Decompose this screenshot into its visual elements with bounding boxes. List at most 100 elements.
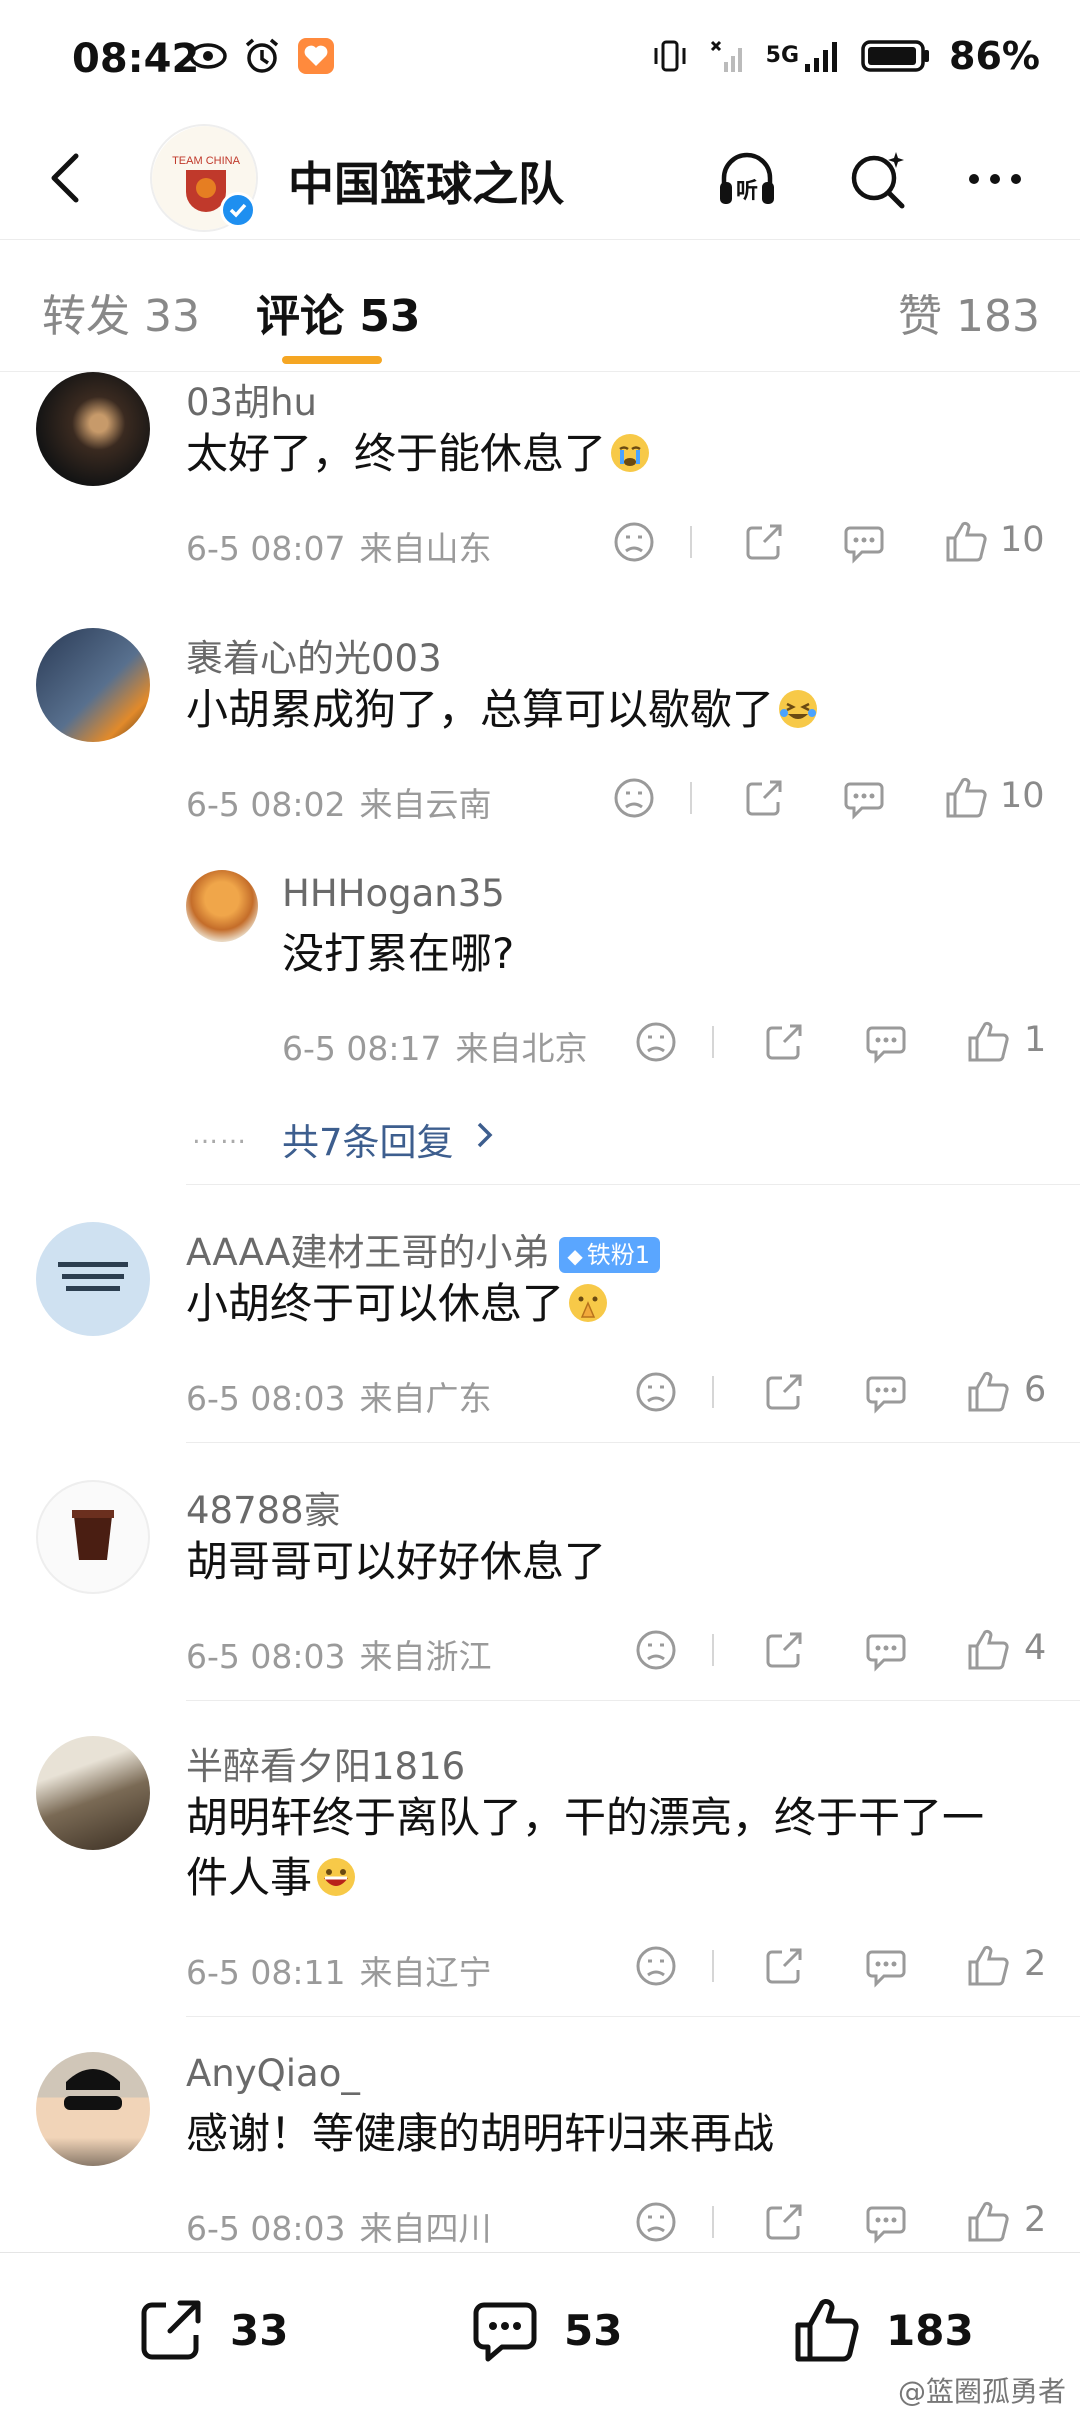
comment-icon[interactable] [842, 520, 886, 564]
comment-username[interactable]: AnyQiao_ [186, 2052, 360, 2095]
signal-x-icon [710, 40, 742, 72]
like-icon[interactable] [966, 1944, 1010, 1988]
unhappy-face-icon[interactable] [634, 1370, 678, 1414]
comment-time: 6-5 08:17 [282, 1029, 442, 1068]
comment-time: 6-5 08:03 [186, 1379, 346, 1418]
comment-location: 来自辽宁 [359, 1953, 492, 1992]
comment-username-text: AAAA建材王哥的小弟 [186, 1231, 550, 1274]
more-options-icon[interactable] [962, 146, 1028, 212]
cup-image [72, 1510, 114, 1560]
comment-text: 胡哥哥可以好好休息了 [186, 1537, 607, 1586]
like-count: 2 [1024, 2200, 1047, 2240]
diamond-icon: ◆ [567, 1243, 583, 1268]
avatar[interactable] [36, 628, 150, 742]
comment-meta: 6-5 08:07 来自山东 [186, 522, 492, 570]
pray-emoji-icon [569, 1283, 608, 1322]
like-icon[interactable] [966, 1020, 1010, 1064]
laugh-cry-emoji-icon [779, 689, 818, 728]
comment-location: 来自山东 [359, 529, 492, 568]
like-button[interactable]: 183 [790, 2293, 974, 2367]
action-separator [712, 1634, 714, 1666]
comment-meta: 6-5 08:11 来自辽宁 [186, 1946, 492, 1994]
repost-button[interactable]: 33 [134, 2293, 288, 2367]
comment-meta: 6-5 08:03 来自浙江 [186, 1630, 492, 1678]
unhappy-face-icon[interactable] [612, 520, 656, 564]
like-icon[interactable] [966, 1370, 1010, 1414]
more-replies-link[interactable]: 共7条回复 [282, 1112, 454, 1166]
unhappy-face-icon[interactable] [634, 1628, 678, 1672]
comment-username[interactable]: 裹着心的光003 [186, 628, 442, 682]
unhappy-face-icon[interactable] [612, 776, 656, 820]
status-time: 08:42 [72, 36, 200, 82]
share-icon[interactable] [762, 1370, 806, 1414]
action-separator [690, 526, 692, 558]
share-icon[interactable] [762, 1944, 806, 1988]
search-sparkle-icon[interactable] [844, 146, 910, 212]
status-left-icons [188, 36, 336, 76]
share-icon[interactable] [762, 2200, 806, 2244]
comment-text: 感谢！等健康的胡明轩归来再战 [186, 2109, 775, 2158]
action-separator [712, 2206, 714, 2238]
reply-username[interactable]: HHHogan35 [282, 872, 505, 915]
tab-likes[interactable]: 赞 183 [898, 280, 1040, 344]
share-icon[interactable] [762, 1628, 806, 1672]
comment-text: 小胡终于可以休息了 [186, 1274, 1046, 1334]
avatar[interactable] [36, 1222, 150, 1336]
like-count: 10 [1000, 776, 1045, 816]
comment-icon[interactable] [864, 1944, 908, 1988]
back-arrow-icon[interactable] [38, 148, 98, 208]
app-heart-icon [298, 38, 334, 74]
like-icon[interactable] [944, 776, 988, 820]
tab-comments[interactable]: 评论 53 [256, 280, 421, 344]
unhappy-face-icon[interactable] [634, 2200, 678, 2244]
like-icon[interactable] [966, 2200, 1010, 2244]
reply-avatar[interactable] [186, 870, 258, 942]
like-count: 4 [1024, 1628, 1047, 1668]
like-count: 10 [1000, 520, 1045, 560]
comment-username[interactable]: 半醉看夕阳1816 [186, 1736, 465, 1790]
avatar[interactable] [36, 372, 150, 486]
repost-count: 33 [230, 2305, 289, 2355]
listen-headphones-icon[interactable]: 听 [714, 146, 780, 212]
svg-text:TEAM CHINA: TEAM CHINA [172, 155, 241, 167]
unhappy-face-icon[interactable] [634, 1020, 678, 1064]
action-separator [712, 1950, 714, 1982]
divider [186, 1442, 1080, 1443]
comment-icon[interactable] [842, 776, 886, 820]
like-icon[interactable] [944, 520, 988, 564]
comment-icon[interactable] [864, 1628, 908, 1672]
comment-username[interactable]: AAAA建材王哥的小弟 ◆ 铁粉1 [186, 1222, 661, 1276]
avatar[interactable] [36, 1736, 150, 1850]
fan-badge-text: 铁粉1 [586, 1240, 651, 1269]
unhappy-face-icon[interactable] [634, 1944, 678, 1988]
divider [186, 1700, 1080, 1701]
comment-button[interactable]: 53 [468, 2293, 622, 2367]
reply-text: 没打累在哪? [282, 929, 515, 978]
avatar[interactable] [36, 2052, 150, 2166]
fan-badge[interactable]: ◆ 铁粉1 [559, 1236, 661, 1273]
tab-reposts[interactable]: 转发 33 [42, 280, 200, 344]
account-title: 中国篮球之队 [288, 157, 564, 211]
comment-icon[interactable] [864, 1020, 908, 1064]
comment-icon[interactable] [864, 1370, 908, 1414]
share-icon[interactable] [762, 1020, 806, 1064]
action-separator [712, 1376, 714, 1408]
comment-text: 小胡累成狗了，总算可以歇歇了 [186, 680, 1046, 740]
comment-icon[interactable] [864, 2200, 908, 2244]
comment-username[interactable]: 03胡hu [186, 372, 317, 426]
share-icon[interactable] [742, 520, 786, 564]
comment-count: 53 [564, 2305, 623, 2355]
status-right: 5G 86% [650, 34, 1040, 78]
network-type: 5G [765, 43, 800, 68]
like-icon[interactable] [966, 1628, 1010, 1672]
battery-icon [861, 40, 930, 72]
share-icon[interactable] [742, 776, 786, 820]
divider [186, 2016, 1080, 2017]
like-count: 1 [1024, 1020, 1047, 1060]
avatar[interactable] [36, 1480, 150, 1594]
status-bar: 08:42 5G 86% [0, 0, 1080, 120]
comment-username[interactable]: 48788豪 [186, 1480, 341, 1534]
tab-bar: 转发 33 评论 53 赞 183 [0, 240, 1080, 372]
action-separator [712, 1026, 714, 1058]
vibrate-icon [654, 40, 686, 72]
